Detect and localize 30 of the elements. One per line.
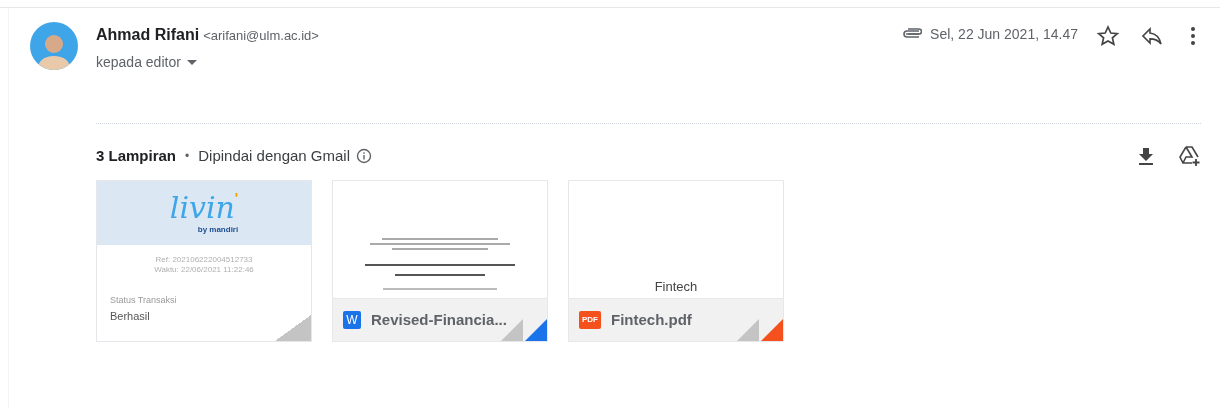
sender-name: Ahmad Rifani [96, 25, 200, 45]
logo-subtext: by mandiri [197, 225, 239, 235]
attachment-count: 3 Lampiran [96, 145, 177, 166]
star-icon[interactable] [1096, 24, 1120, 48]
separator-dot: • [185, 148, 190, 165]
avatar-silhouette [30, 22, 78, 70]
message-date: Sel, 22 Jun 2021, 14.47 [930, 25, 1078, 44]
recipient-dropdown[interactable]: kepada editor [96, 52, 197, 73]
attachment-card[interactable]: W Revised-Financia... [332, 180, 548, 342]
file-name: Fintech.pdf [611, 309, 692, 330]
scan-note: Dipindai dengan Gmail [198, 145, 350, 166]
document-text: Fintech [654, 280, 698, 294]
attachment-card[interactable]: livin' by mandiri Ref: 202106222004512733 Waktu: 22/06/2021 11:22:46 Status Transaksi Berhasil [96, 180, 312, 342]
attachment-card[interactable]: Fintech PDF Fintech.pdf [568, 180, 784, 342]
add-to-drive-icon[interactable] [1179, 145, 1201, 167]
sender-email: <arifani@ulm.ac.id> [203, 27, 319, 45]
receipt-value: Berhasil [110, 310, 151, 323]
reply-icon[interactable] [1140, 24, 1164, 48]
receipt-text: Ref: 202106222004512733 [155, 255, 253, 265]
logo-text: livin [169, 191, 235, 225]
info-icon[interactable] [356, 148, 372, 164]
file-type-icon: PDF [579, 311, 601, 329]
receipt-label: Status Transaksi [110, 295, 178, 306]
paperclip-icon [902, 27, 923, 39]
file-type-icon: W [343, 311, 361, 329]
file-name: Revised-Financia... [371, 309, 507, 330]
caret-icon [186, 59, 197, 66]
receipt-text: Waktu: 22/06/2021 11:22:46 [154, 265, 254, 275]
logo-accent: ' [234, 191, 239, 205]
download-icon[interactable] [1138, 146, 1154, 166]
